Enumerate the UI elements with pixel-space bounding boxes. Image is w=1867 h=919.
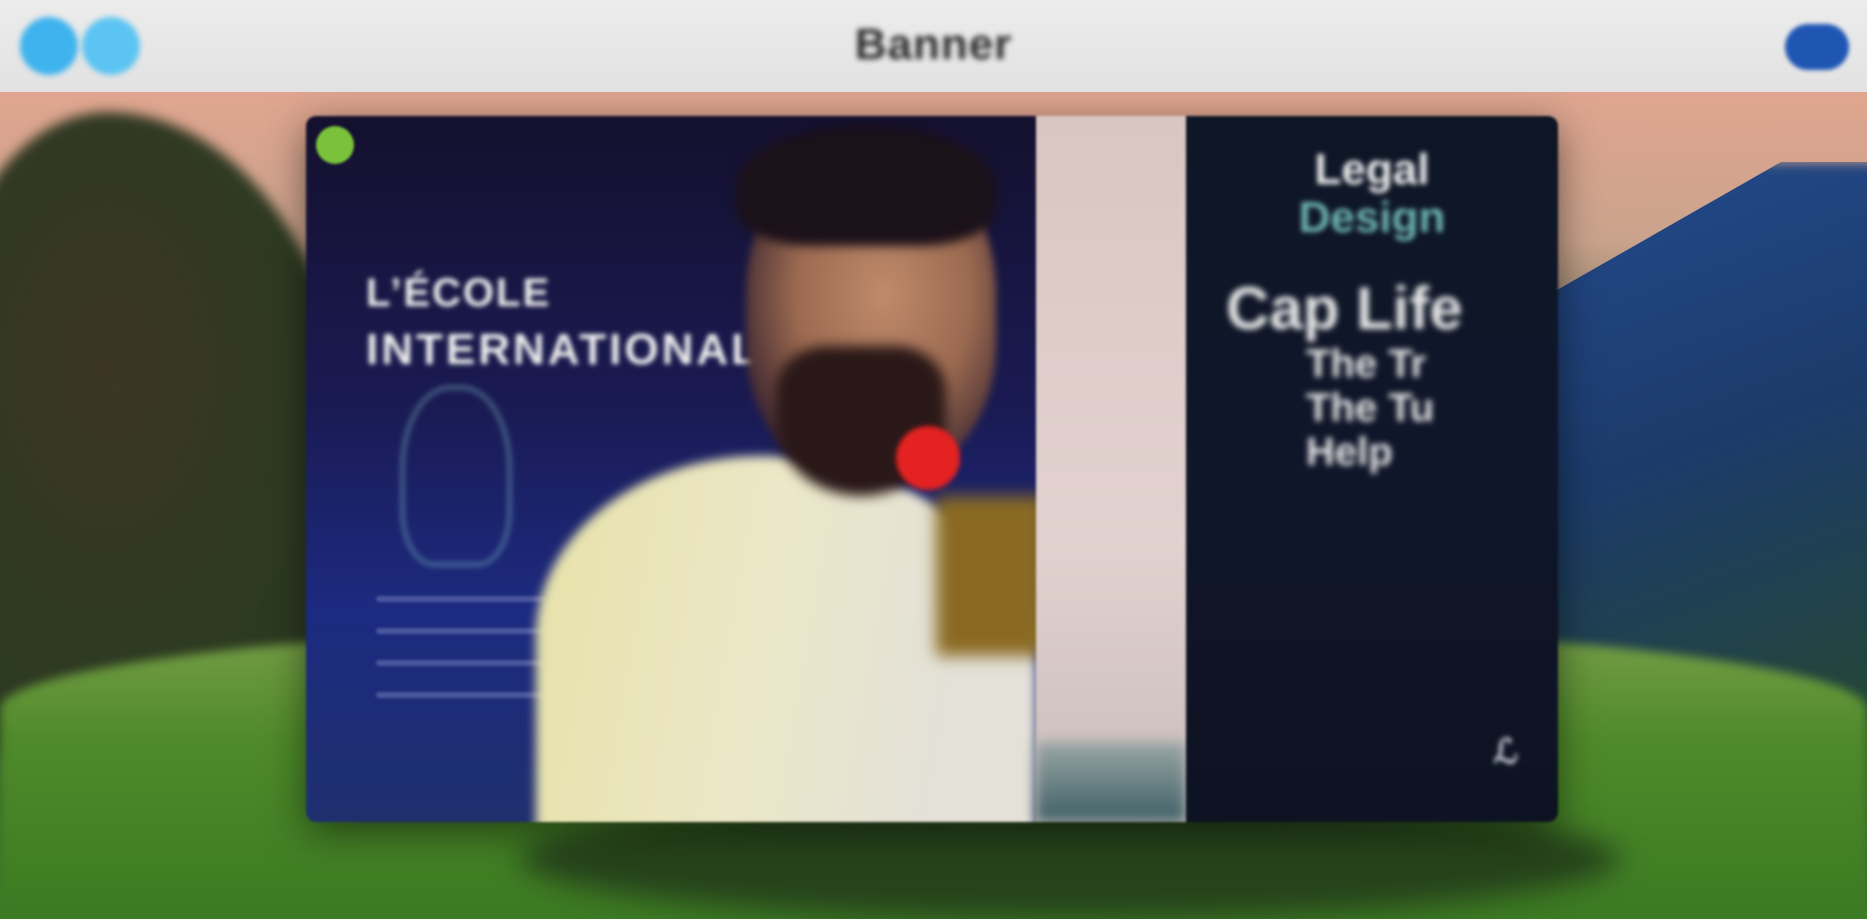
image-card[interactable]: L’ÉCOLE INTERNATIONALE Legal Design Cap … (306, 116, 1558, 822)
sketch-illustration (401, 386, 511, 566)
script-line: The Tu (1306, 386, 1435, 430)
right-title-line-1: Legal (1314, 145, 1430, 194)
window-title: Banner (854, 20, 1013, 69)
script-line: Cap Life (1226, 275, 1463, 342)
headline-line-1: L’ÉCOLE (366, 271, 552, 315)
pill-icon[interactable] (1785, 24, 1849, 70)
signature-mark: ℒ (1493, 733, 1519, 771)
top-toolbar: Banner (0, 0, 1867, 92)
right-title: Legal Design (1186, 145, 1558, 243)
script-line: The Tr (1306, 342, 1427, 386)
red-ball (896, 426, 960, 490)
middle-panel-bottom (1036, 742, 1186, 822)
headline: L’ÉCOLE INTERNATIONALE (366, 266, 793, 379)
faint-text-lines (376, 596, 546, 724)
handwritten-lines: Cap Life The Tr The Tu Help (1226, 275, 1463, 475)
logo-icon (316, 126, 354, 164)
person-side-shadow (936, 496, 1046, 656)
right-title-line-2: Design (1298, 193, 1446, 243)
left-panel: L’ÉCOLE INTERNATIONALE (306, 116, 1046, 822)
person-hair (736, 126, 996, 246)
headline-line-2: INTERNATIONALE (366, 325, 794, 374)
right-panel: Legal Design Cap Life The Tr The Tu Help… (1186, 116, 1558, 822)
script-line: Help (1306, 430, 1393, 474)
middle-panel (1036, 116, 1186, 822)
